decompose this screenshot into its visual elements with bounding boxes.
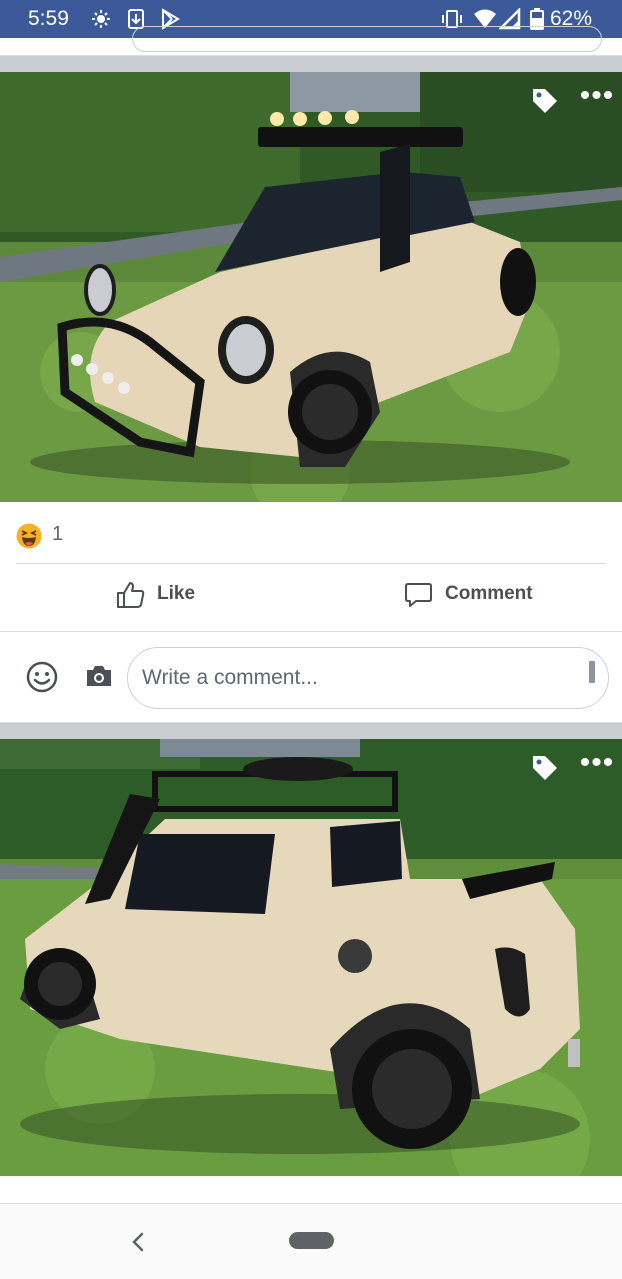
more-options-icon[interactable]: ••• xyxy=(578,81,616,116)
mini-pickup-rear-photo xyxy=(0,739,622,1176)
brightness-icon xyxy=(92,10,110,28)
feed-separator-2 xyxy=(0,723,622,739)
post-photo-1[interactable]: ••• xyxy=(0,72,622,502)
previous-post-tail xyxy=(0,26,622,56)
feed-separator xyxy=(0,56,622,72)
status-time: 5:59 xyxy=(28,7,69,30)
footer-divider xyxy=(16,563,606,564)
comment-bubble-icon xyxy=(405,582,432,607)
input-scroll-indicator xyxy=(589,661,595,683)
tag-icon-2[interactable] xyxy=(530,753,560,783)
comment-label: Comment xyxy=(445,583,533,604)
like-label: Like xyxy=(157,583,196,604)
more-options-icon-2[interactable]: ••• xyxy=(578,748,616,783)
reaction-count[interactable]: 1 xyxy=(52,523,63,546)
comment-button[interactable]: Comment xyxy=(404,576,533,612)
previous-comment-field[interactable] xyxy=(132,26,602,52)
comment-composer xyxy=(0,632,622,723)
post-photo-2[interactable]: ••• xyxy=(0,739,622,1176)
haha-emoji-icon[interactable] xyxy=(16,523,42,549)
emoji-picker-icon[interactable] xyxy=(26,661,58,693)
mini-pickup-front-photo xyxy=(0,72,622,502)
comment-input[interactable] xyxy=(127,647,609,709)
like-button[interactable]: Like xyxy=(116,576,195,612)
tag-icon[interactable] xyxy=(530,86,560,116)
back-chevron-icon[interactable] xyxy=(126,1228,150,1256)
system-nav-bar xyxy=(0,1204,622,1279)
like-thumb-icon xyxy=(117,581,145,608)
home-pill-icon[interactable] xyxy=(289,1232,334,1249)
camera-icon[interactable] xyxy=(85,664,113,688)
post-1-footer: 1 Like Comment xyxy=(0,502,622,632)
